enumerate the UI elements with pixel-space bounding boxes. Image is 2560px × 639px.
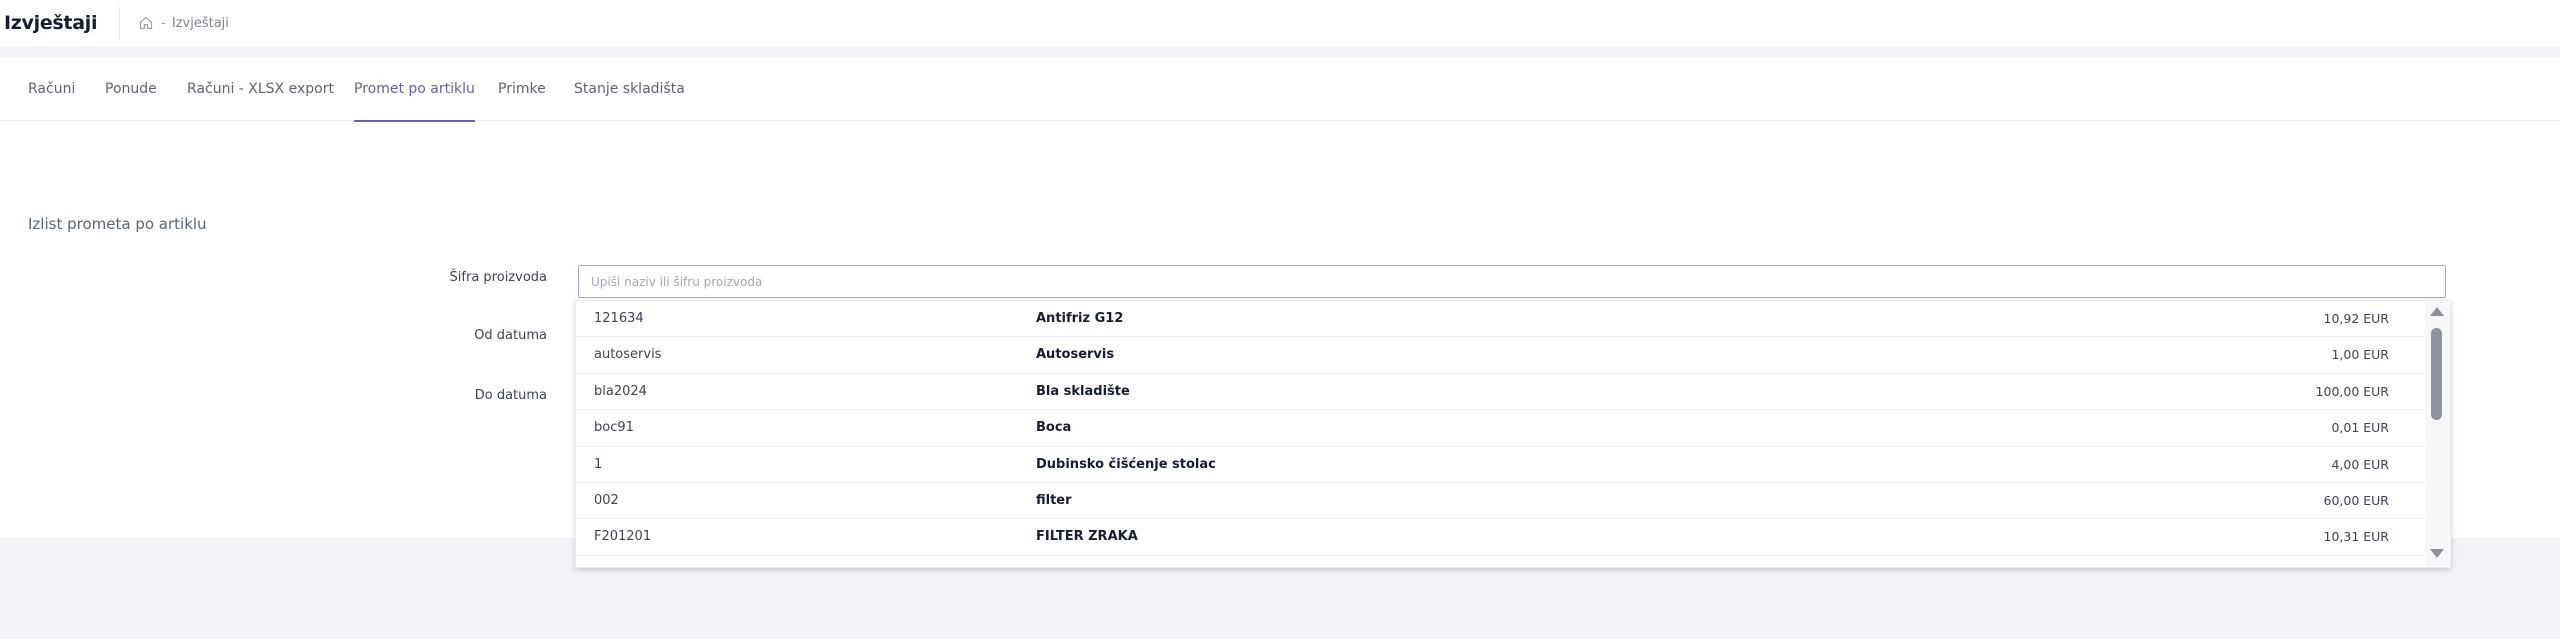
tab-racuni-xlsx-export[interactable]: Računi - XLSX export <box>187 58 334 120</box>
product-suggestions-dropdown: 121634 Antifriz G12 10,92 EUR autoservis… <box>575 300 2451 568</box>
suggestion-price: 100,00 EUR <box>2315 383 2389 399</box>
suggestion-code: boc91 <box>594 420 634 436</box>
suggestion-row[interactable]: F201201 FILTER ZRAKA 10,31 EUR <box>576 519 2427 556</box>
section-title: Izlist prometa po artiklu <box>28 215 207 233</box>
suggestion-name: Dubinsko čišćenje stolac <box>1036 456 1216 472</box>
suggestion-price: 1,00 EUR <box>2331 347 2389 363</box>
suggestion-price: 4,00 EUR <box>2331 456 2389 472</box>
suggestion-row[interactable]: boc91 Boca 0,01 EUR <box>576 410 2427 447</box>
breadcrumb: - Izvještaji <box>138 15 229 31</box>
tab-racuni[interactable]: Računi <box>28 58 75 120</box>
from-date-label: Od datuma <box>474 328 547 343</box>
report-tabs: Računi Ponude Računi - XLSX export Prome… <box>0 58 2560 122</box>
to-date-label: Do datuma <box>474 388 547 403</box>
suggestion-code: bla2024 <box>594 383 647 399</box>
scroll-up-arrow-icon[interactable] <box>2430 307 2444 316</box>
breadcrumb-separator: - <box>161 15 166 31</box>
suggestion-name: Autoservis <box>1036 347 1115 363</box>
suggestion-name: Bla skladište <box>1036 383 1130 399</box>
breadcrumb-current: Izvještaji <box>171 15 229 31</box>
home-icon[interactable] <box>138 15 154 31</box>
suggestion-price: 0,01 EUR <box>2331 420 2389 436</box>
tab-promet-po-artiklu[interactable]: Promet po artiklu <box>354 58 475 122</box>
product-search-input[interactable] <box>578 265 2446 298</box>
suggestion-price: 60,00 EUR <box>2323 493 2390 508</box>
title-divider <box>119 7 121 39</box>
suggestion-name: Antifriz G12 <box>1036 311 1124 326</box>
tab-stanje-skladista[interactable]: Stanje skladišta <box>574 58 685 120</box>
suggestion-code: autoservis <box>594 347 662 363</box>
scrollbar-thumb[interactable] <box>2431 328 2442 420</box>
suggestion-row[interactable]: 121634 Antifriz G12 10,92 EUR <box>576 301 2427 338</box>
suggestion-name: filter <box>1036 493 1072 508</box>
suggestion-code: 1 <box>594 456 603 472</box>
suggestion-row[interactable]: bla2024 Bla skladište 100,00 EUR <box>576 373 2427 411</box>
scroll-down-arrow-icon[interactable] <box>2430 549 2444 558</box>
suggestion-row[interactable]: 002 filter 60,00 EUR <box>576 483 2427 520</box>
suggestion-name: Boca <box>1036 420 1072 436</box>
dropdown-scrollbar[interactable] <box>2425 302 2449 566</box>
suggestion-row[interactable]: 1 Dubinsko čišćenje stolac 4,00 EUR <box>576 446 2427 483</box>
suggestion-price: 10,31 EUR <box>2323 529 2390 545</box>
top-header: Izvještaji - Izvještaji <box>0 0 2560 46</box>
suggestion-row[interactable]: autoservis Autoservis 1,00 EUR <box>576 337 2427 374</box>
tab-primke[interactable]: Primke <box>498 58 546 120</box>
suggestion-price: 10,92 EUR <box>2323 311 2390 326</box>
suggestion-code: F201201 <box>594 529 652 545</box>
tab-ponude[interactable]: Ponude <box>105 58 157 120</box>
suggestion-code: 002 <box>594 493 619 508</box>
suggestion-code: 121634 <box>594 311 644 326</box>
product-code-label: Šifra proizvoda <box>449 270 547 285</box>
suggestion-name: FILTER ZRAKA <box>1036 529 1138 545</box>
page-title: Izvještaji <box>4 12 98 34</box>
